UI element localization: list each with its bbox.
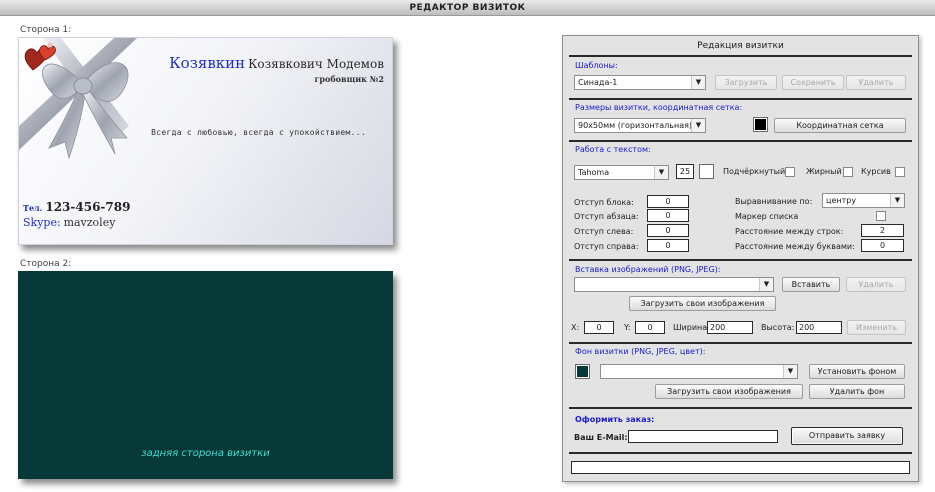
height-label: Высота:: [761, 323, 795, 332]
left-indent-label: Отступ слева:: [574, 227, 634, 236]
right-indent-field[interactable]: 0: [647, 239, 689, 252]
card-contacts: Тел. 123-456-789 Skype: mavzoley: [23, 200, 130, 232]
card-back-text: задняя сторона визитки: [141, 448, 270, 459]
image-upload-button[interactable]: Загрузить свои изображения: [629, 296, 776, 311]
tel-label: Тел.: [23, 203, 43, 213]
bold-checkbox[interactable]: [843, 167, 853, 177]
italic-checkbox[interactable]: [895, 167, 905, 177]
underline-checkbox[interactable]: [785, 167, 795, 177]
chevron-down-icon: ▼: [759, 278, 773, 291]
order-section-title: Оформить заказ:: [575, 415, 655, 424]
left-indent-field[interactable]: 0: [647, 224, 689, 237]
skype-label: Skype:: [23, 216, 61, 229]
card-front-preview[interactable]: Козявкин Козявкович Модемов гробовщик №2…: [18, 37, 393, 245]
chevron-down-icon: ▼: [890, 194, 904, 207]
font-size-field[interactable]: 25: [676, 164, 694, 179]
bold-label: Жирный: [806, 167, 842, 176]
divider: [569, 452, 912, 454]
font-color-swatch[interactable]: [699, 164, 714, 179]
divider: [569, 98, 912, 100]
status-bar: [571, 461, 910, 474]
grid-color-swatch[interactable]: [753, 117, 768, 132]
width-field[interactable]: 200: [707, 321, 753, 334]
x-label: X:: [571, 323, 580, 332]
hearts-icon: [24, 42, 56, 71]
background-color-swatch[interactable]: [575, 364, 590, 379]
card-size-value: 90x50мм (горизонтальная): [578, 121, 693, 130]
align-label: Выравнивание по:: [735, 197, 813, 206]
email-label: Ваш E-Mail:: [574, 433, 628, 442]
template-save-button[interactable]: Сохранить: [782, 75, 844, 90]
card-surname: Козявкин: [169, 54, 246, 72]
divider: [569, 342, 912, 344]
card-profession: гробовщик №2: [314, 74, 384, 84]
background-image-select[interactable]: ▼: [600, 364, 798, 379]
divider: [569, 140, 912, 142]
letter-spacing-field[interactable]: 0: [861, 239, 904, 252]
font-select[interactable]: Tahoma ▼: [574, 165, 669, 180]
align-select-value: центру: [826, 196, 857, 205]
template-select[interactable]: Синада-1 ▼: [574, 75, 706, 90]
right-indent-label: Отступ справа:: [574, 242, 639, 251]
italic-label: Курсив: [861, 167, 891, 176]
card-name: Козявкович Модемов: [248, 57, 384, 71]
divider: [569, 407, 912, 409]
card-back-preview[interactable]: задняя сторона визитки: [18, 271, 393, 479]
grid-toggle-button[interactable]: Координатная сетка: [774, 118, 906, 133]
tel-value: 123-456-789: [45, 200, 131, 214]
set-background-button[interactable]: Установить фоном: [809, 364, 905, 379]
width-label: Ширина:: [673, 323, 710, 332]
card-size-select[interactable]: 90x50мм (горизонтальная) ▼: [574, 118, 706, 133]
card-fullname: Козявкин Козявкович Модемов: [169, 54, 384, 72]
background-upload-button[interactable]: Загрузить свои изображения: [655, 384, 803, 399]
list-marker-label: Маркер списка: [735, 212, 799, 221]
template-select-value: Синада-1: [578, 78, 618, 87]
text-section-title: Работа с текстом:: [575, 145, 651, 154]
chevron-down-icon: ▼: [783, 365, 797, 378]
chevron-down-icon: ▼: [654, 166, 668, 179]
delete-background-button[interactable]: Удалить фон: [809, 384, 905, 399]
editor-title: Редакция визитки: [697, 41, 784, 51]
size-section-title: Размеры визитки, координатная сетка:: [575, 103, 743, 112]
background-section-title: Фон визитки (PNG, JPEG, цвет):: [575, 347, 706, 356]
templates-section-title: Шаблоны:: [575, 61, 618, 70]
x-field[interactable]: 0: [584, 321, 614, 334]
image-select[interactable]: ▼: [574, 277, 774, 292]
image-insert-button[interactable]: Вставить: [782, 277, 840, 292]
divider: [569, 259, 912, 261]
para-indent-label: Отступ абзаца:: [574, 212, 639, 221]
height-field[interactable]: 200: [796, 321, 842, 334]
email-field[interactable]: [628, 430, 778, 443]
chevron-down-icon: ▼: [691, 76, 705, 89]
side-1-label: Сторона 1:: [20, 25, 72, 35]
block-indent-label: Отступ блока:: [574, 198, 634, 207]
skype-value: mavzoley: [63, 216, 116, 229]
image-change-button[interactable]: Изменить: [847, 320, 906, 335]
align-select[interactable]: центру ▼: [822, 193, 905, 208]
y-label: Y:: [624, 323, 631, 332]
letter-spacing-label: Расстояние между буквами:: [735, 242, 855, 251]
submit-order-button[interactable]: Отправить заявку: [791, 427, 903, 445]
y-field[interactable]: 0: [635, 321, 665, 334]
divider: [569, 55, 912, 57]
para-indent-field[interactable]: 0: [647, 209, 689, 222]
image-delete-button[interactable]: Удалить: [846, 277, 906, 292]
block-indent-field[interactable]: 0: [647, 195, 689, 208]
line-spacing-label: Расстояние между строк:: [735, 227, 844, 236]
card-slogan: Всегда с любовью, всегда с упокойствием.…: [151, 128, 366, 137]
template-load-button[interactable]: Загрузить: [715, 75, 777, 90]
underline-label: Подчёркнутый: [723, 167, 786, 176]
list-marker-checkbox[interactable]: [876, 211, 886, 221]
side-2-label: Сторона 2:: [20, 259, 72, 269]
chevron-down-icon: ▼: [691, 119, 705, 132]
window-title: РЕДАКТОР ВИЗИТОК: [0, 0, 935, 16]
line-spacing-field[interactable]: 2: [861, 224, 904, 237]
font-select-value: Tahoma: [578, 168, 610, 177]
template-delete-button[interactable]: Удалить: [846, 75, 906, 90]
images-section-title: Вставка изображений (PNG, JPEG):: [575, 265, 721, 274]
editor-panel: Редакция визитки Шаблоны: Синада-1 ▼ Заг…: [562, 35, 919, 482]
